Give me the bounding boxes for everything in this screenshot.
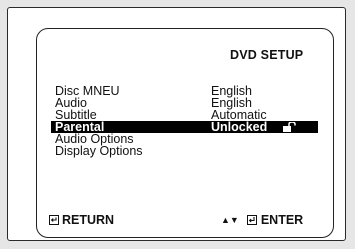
unlocked-padlock-icon — [283, 122, 296, 132]
return-label: RETURN — [62, 213, 115, 227]
dvd-setup-panel: DVD SETUP Disc MNEU English Audio Englis… — [36, 28, 334, 238]
menu-item-disc-menu[interactable]: Disc MNEU English — [51, 85, 318, 98]
return-key-icon — [49, 215, 59, 225]
enter-button[interactable]: ▲▼ ENTER — [221, 213, 303, 227]
page-title: DVD SETUP — [230, 48, 304, 62]
enter-label: ENTER — [260, 213, 304, 227]
menu-item-label: Display Options — [55, 144, 143, 158]
enter-key-icon — [246, 215, 257, 225]
menu-item-display-options[interactable]: Display Options — [51, 144, 318, 158]
up-down-arrows-icon: ▲▼ — [221, 215, 239, 225]
return-button[interactable]: RETURN — [49, 213, 114, 227]
footer-hints: RETURN ▲▼ ENTER — [37, 213, 333, 229]
setup-menu: Disc MNEU English Audio English Subtitle… — [51, 85, 318, 157]
menu-item-value: Unlocked — [211, 120, 268, 134]
tv-screen: DVD SETUP Disc MNEU English Audio Englis… — [7, 7, 346, 241]
